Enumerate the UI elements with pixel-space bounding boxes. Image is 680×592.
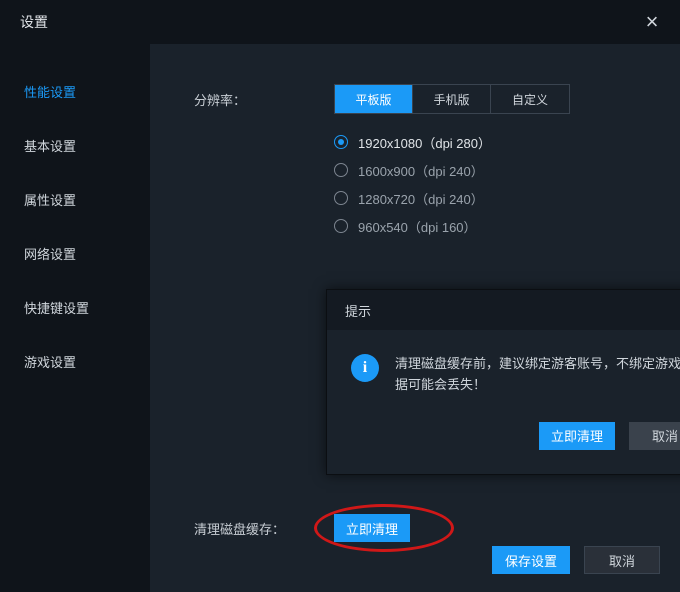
sidebar-item-label: 游戏设置	[24, 352, 76, 371]
sidebar-item-2[interactable]: 属性设置	[0, 172, 150, 226]
resolution-label: 分辨率：	[194, 84, 334, 109]
resolution-option-0[interactable]: 1920x1080（dpi 280）	[334, 128, 570, 156]
sidebar-item-label: 快捷键设置	[24, 298, 89, 317]
radio-icon	[334, 191, 348, 205]
main-panel: 分辨率： 平板版手机版自定义 1920x1080（dpi 280） 1600x90…	[150, 44, 680, 592]
clear-cache-label: 清理磁盘缓存：	[194, 519, 334, 538]
clear-cache-button[interactable]: 立即清理	[334, 514, 410, 542]
resolution-option-2[interactable]: 1280x720（dpi 240）	[334, 184, 570, 212]
cancel-button[interactable]: 取消	[584, 546, 660, 574]
resolution-option-3[interactable]: 960x540（dpi 160）	[334, 212, 570, 240]
resolution-option-label: 1920x1080（dpi 280）	[358, 133, 491, 152]
resolution-option-1[interactable]: 1600x900（dpi 240）	[334, 156, 570, 184]
confirm-dialog: 提示 × i 清理磁盘缓存前，建议绑定游客账号，不绑定游戏数据可能会丢失！ 立即…	[326, 289, 680, 475]
titlebar: 设置 ×	[0, 0, 680, 44]
sidebar-item-label: 性能设置	[24, 82, 76, 101]
resolution-tab-2[interactable]: 自定义	[491, 85, 569, 113]
sidebar-item-label: 基本设置	[24, 136, 76, 155]
resolution-option-label: 1280x720（dpi 240）	[358, 189, 484, 208]
footer-buttons: 保存设置 取消	[492, 546, 660, 574]
sidebar-item-1[interactable]: 基本设置	[0, 118, 150, 172]
resolution-tab-1[interactable]: 手机版	[413, 85, 491, 113]
sidebar-item-label: 网络设置	[24, 244, 76, 263]
radio-icon	[334, 135, 348, 149]
radio-icon	[334, 163, 348, 177]
dialog-message: 清理磁盘缓存前，建议绑定游客账号，不绑定游戏数据可能会丢失！	[395, 354, 680, 396]
resolution-mode-tabs: 平板版手机版自定义	[334, 84, 570, 114]
dialog-confirm-button[interactable]: 立即清理	[539, 422, 615, 450]
sidebar-item-5[interactable]: 游戏设置	[0, 334, 150, 388]
radio-icon	[334, 219, 348, 233]
info-icon: i	[351, 354, 379, 382]
resolution-options: 1920x1080（dpi 280） 1600x900（dpi 240） 1280x…	[334, 128, 570, 240]
close-icon[interactable]: ×	[640, 10, 664, 34]
clear-cache-row: 清理磁盘缓存： 立即清理	[194, 514, 410, 542]
dialog-cancel-button[interactable]: 取消	[629, 422, 680, 450]
sidebar-item-0[interactable]: 性能设置	[0, 64, 150, 118]
sidebar-item-3[interactable]: 网络设置	[0, 226, 150, 280]
sidebar-item-label: 属性设置	[24, 190, 76, 209]
resolution-tab-0[interactable]: 平板版	[335, 85, 413, 113]
dialog-footer: 立即清理 取消	[327, 414, 680, 474]
dialog-body: i 清理磁盘缓存前，建议绑定游客账号，不绑定游戏数据可能会丢失！	[327, 330, 680, 414]
window-title: 设置	[20, 12, 48, 32]
resolution-row: 分辨率： 平板版手机版自定义 1920x1080（dpi 280） 1600x90…	[150, 84, 680, 240]
resolution-option-label: 960x540（dpi 160）	[358, 217, 477, 236]
dialog-title: 提示	[345, 301, 371, 320]
save-settings-button[interactable]: 保存设置	[492, 546, 570, 574]
sidebar: 性能设置基本设置属性设置网络设置快捷键设置游戏设置	[0, 44, 150, 592]
sidebar-item-4[interactable]: 快捷键设置	[0, 280, 150, 334]
dialog-header: 提示 ×	[327, 290, 680, 330]
resolution-option-label: 1600x900（dpi 240）	[358, 161, 484, 180]
